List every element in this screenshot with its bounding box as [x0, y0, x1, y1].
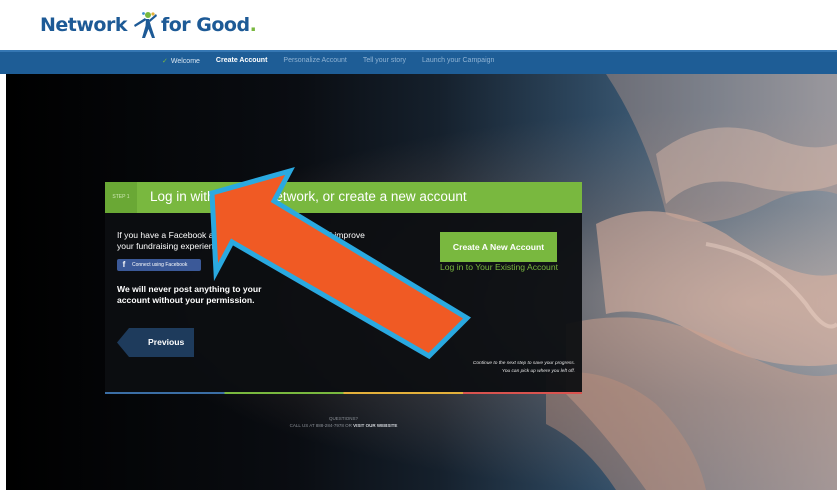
progress-navbar: ✓ Welcome Create Account Personalize Acco…	[0, 50, 837, 80]
facebook-icon: f	[122, 260, 126, 269]
nav-step-welcome[interactable]: ✓ Welcome	[162, 57, 200, 65]
hero-background: STEP 1 Log in with a social network, or …	[6, 74, 837, 490]
facebook-info-text: If you have a Facebook account and use i…	[117, 230, 365, 251]
connect-facebook-label: Connect using Facebook	[132, 262, 188, 268]
visit-website-link[interactable]: VISIT OUR WEBSITE	[353, 423, 397, 428]
site-header: Network for Good.	[0, 0, 837, 50]
person-reaching-icon	[133, 12, 157, 38]
connect-facebook-button[interactable]: f Connect using Facebook	[117, 259, 201, 271]
panel-header: STEP 1 Log in with a social network, or …	[105, 182, 582, 213]
previous-button[interactable]: Previous	[117, 328, 194, 357]
checkmark-icon: ✓	[162, 58, 168, 65]
nav-step-create-account[interactable]: Create Account	[216, 57, 267, 65]
contact-line: CALL US AT 888-284-7978 OR VISIT OUR WEB…	[6, 422, 681, 429]
call-us-text: CALL US AT 888-284-7978 OR	[289, 423, 352, 428]
nav-step-tell-your-story[interactable]: Tell your story	[363, 57, 406, 65]
logo-text-for-good: for Good.	[160, 14, 257, 36]
create-new-account-button[interactable]: Create A New Account	[440, 232, 557, 262]
account-panel: STEP 1 Log in with a social network, or …	[105, 182, 582, 394]
privacy-notice: We will never post anything to your acco…	[117, 284, 262, 305]
logo-text-network: Network	[40, 14, 127, 36]
nav-step-launch-campaign[interactable]: Launch your Campaign	[422, 57, 494, 65]
progress-steps: ✓ Welcome Create Account Personalize Acco…	[162, 57, 494, 65]
panel-color-bar	[105, 392, 582, 394]
questions-label: QUESTIONS?	[328, 416, 358, 421]
network-for-good-logo[interactable]: Network for Good.	[40, 10, 257, 40]
panel-title: Log in with a social network, or create …	[150, 189, 467, 204]
step-tag: STEP 1	[105, 182, 137, 213]
login-existing-account-link[interactable]: Log in to Your Existing Account	[440, 262, 558, 272]
save-progress-note: Continue to the next step to save your p…	[472, 361, 575, 374]
nav-step-personalize-account[interactable]: Personalize Account	[283, 57, 346, 65]
